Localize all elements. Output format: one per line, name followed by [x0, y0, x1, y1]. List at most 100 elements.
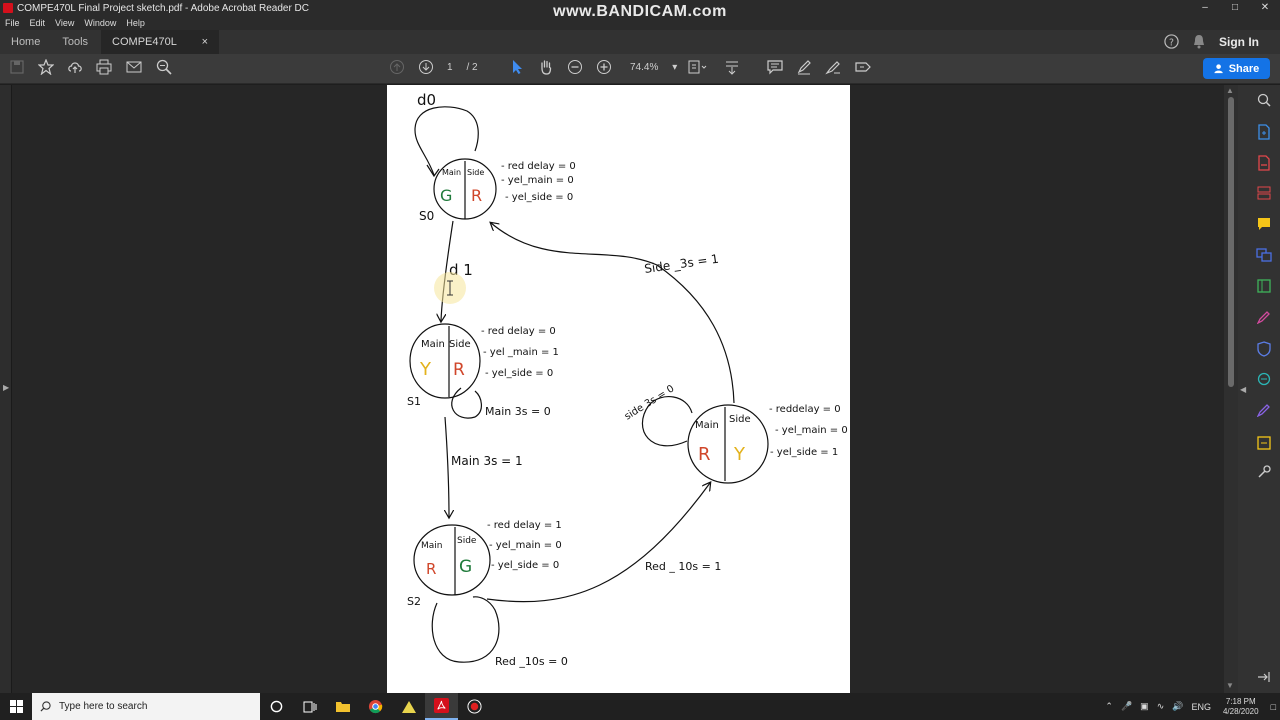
tab-close-icon[interactable]: ×: [202, 30, 208, 54]
email-icon[interactable]: [124, 59, 144, 79]
expand-left-panel-icon[interactable]: ▶: [3, 383, 9, 392]
sign-in-link[interactable]: Sign In: [1219, 35, 1259, 49]
right-tools-pane: ◀: [1238, 85, 1280, 693]
windows-start-button[interactable]: [0, 693, 32, 720]
previous-page-icon[interactable]: [387, 59, 407, 79]
svg-text:?: ?: [1169, 37, 1174, 48]
microphone-icon[interactable]: 🎤: [1121, 701, 1132, 712]
s3-output-1: - reddelay = 0: [769, 404, 841, 415]
chrome-icon[interactable]: [359, 693, 392, 720]
menu-view[interactable]: View: [50, 16, 79, 30]
scroll-mode-icon[interactable]: [722, 59, 742, 79]
menu-help[interactable]: Help: [121, 16, 150, 30]
s0-side-head: Side: [467, 168, 484, 177]
acrobat-taskbar-icon[interactable]: [425, 693, 458, 720]
file-explorer-icon[interactable]: [326, 693, 359, 720]
s2-output-1: - red delay = 1: [487, 520, 562, 531]
s2-output-2: - yel_main = 0: [489, 540, 562, 551]
scroll-up-icon[interactable]: ▲: [1226, 86, 1234, 95]
wifi-icon[interactable]: ∿: [1157, 701, 1165, 712]
zoom-out-icon[interactable]: [565, 59, 585, 79]
s1-main-light: Y: [419, 359, 432, 380]
select-cursor-icon[interactable]: [507, 59, 527, 79]
menu-edit[interactable]: Edit: [25, 16, 51, 30]
sign-icon[interactable]: [823, 59, 843, 79]
scroll-down-icon[interactable]: ▼: [1226, 681, 1234, 690]
left-nav-panel[interactable]: ▶: [0, 85, 12, 693]
notification-bell-icon[interactable]: [1191, 34, 1207, 50]
cortana-icon[interactable]: [260, 693, 293, 720]
help-icon[interactable]: ?: [1163, 34, 1179, 50]
stamp-tool-icon[interactable]: [853, 59, 873, 79]
s2-side-light: G: [459, 557, 472, 577]
page-total: 2: [472, 62, 478, 73]
page-fit-icon[interactable]: [687, 59, 707, 79]
network-icon[interactable]: ▣: [1140, 701, 1149, 712]
s1-side-light: R: [453, 360, 465, 380]
hand-tool-icon[interactable]: [536, 59, 556, 79]
action-center-icon[interactable]: □: [1271, 702, 1276, 712]
bookmark-star-icon[interactable]: [36, 58, 56, 79]
tab-bar: Home Tools COMPE470L Final ... × ? Sign …: [0, 30, 1280, 72]
collapse-rail-icon[interactable]: [1256, 671, 1272, 687]
s2-loop-label: Red _10s = 0: [495, 655, 568, 668]
tab-document[interactable]: COMPE470L Final ... ×: [101, 30, 220, 72]
clock-time: 7:18 PM: [1225, 696, 1256, 706]
cloud-upload-icon[interactable]: [65, 59, 85, 79]
save-icon[interactable]: [7, 59, 27, 79]
s0-loop-label: d0: [417, 91, 436, 109]
pdf-page: d0 S0 Main Side G R - red delay = 0 - ye…: [387, 85, 850, 693]
send-for-signature-icon[interactable]: [1256, 403, 1272, 419]
menu-file[interactable]: File: [0, 16, 25, 30]
taskbar-search-box[interactable]: Type here to search: [32, 693, 260, 720]
t-s3-s0-label: Side _3s = 1: [643, 252, 719, 276]
tab-tools[interactable]: Tools: [51, 30, 99, 54]
scrollbar-thumb[interactable]: [1228, 97, 1234, 387]
system-tray: ⌃ 🎤 ▣ ∿ 🔊 ENG 7:18 PM 4/28/2020 □: [1101, 693, 1280, 720]
optimize-pdf-icon[interactable]: [1256, 372, 1272, 388]
highlight-pen-icon[interactable]: [794, 59, 814, 79]
fill-sign-icon[interactable]: [1256, 310, 1272, 326]
zoom-in-icon[interactable]: [594, 59, 614, 79]
s0-main-light: G: [440, 186, 452, 205]
t-s1-s2-label: Main 3s = 1: [451, 454, 523, 468]
comment-icon[interactable]: [765, 59, 785, 79]
vertical-scrollbar[interactable]: ▲ ▼: [1224, 85, 1238, 693]
more-tools-icon[interactable]: [1256, 465, 1272, 481]
state-diagram-sketch: d0 S0 Main Side G R - red delay = 0 - ye…: [407, 91, 848, 668]
combine-files-icon[interactable]: [1256, 248, 1272, 264]
menu-window[interactable]: Window: [79, 16, 121, 30]
print-icon[interactable]: [94, 59, 114, 79]
s1-main-head: Main: [421, 339, 445, 350]
create-pdf-icon[interactable]: [1256, 124, 1272, 140]
task-view-icon[interactable]: [293, 693, 326, 720]
s0-output-2: - yel_main = 0: [501, 175, 574, 186]
export-pdf-icon[interactable]: [1256, 155, 1272, 171]
s2-label: S2: [407, 595, 421, 608]
taskbar-clock[interactable]: 7:18 PM 4/28/2020: [1223, 697, 1259, 717]
share-button[interactable]: Share: [1203, 58, 1270, 79]
comment-tool-icon[interactable]: [1256, 217, 1272, 233]
app-shortcut-icon[interactable]: [392, 693, 425, 720]
find-tool-icon[interactable]: [1256, 93, 1272, 109]
send-review-icon[interactable]: [1256, 434, 1272, 450]
zoom-level-dropdown[interactable]: 74.4% ▾: [630, 62, 677, 73]
s2-side-head: Side: [457, 536, 477, 546]
collapse-tools-pane-icon[interactable]: ◀: [1240, 385, 1246, 394]
volume-icon[interactable]: 🔊: [1172, 701, 1183, 712]
edit-pdf-icon[interactable]: [1256, 279, 1272, 295]
next-page-icon[interactable]: [416, 59, 436, 79]
document-viewport[interactable]: d0 S0 Main Side G R - red delay = 0 - ye…: [12, 85, 1224, 693]
windows-taskbar: Type here to search ⌃ 🎤 ▣ ∿ 🔊 ENG 7:18 P…: [0, 693, 1280, 720]
input-language[interactable]: ENG: [1191, 702, 1211, 712]
tab-home[interactable]: Home: [0, 30, 51, 54]
s0-side-light: R: [471, 186, 482, 205]
bandicam-record-icon[interactable]: [458, 693, 491, 720]
s2-output-3: - yel_side = 0: [491, 560, 559, 571]
organize-pages-icon[interactable]: [1256, 186, 1272, 202]
protect-shield-icon[interactable]: [1256, 341, 1272, 357]
page-number-input[interactable]: 1: [447, 62, 453, 73]
s1-self-loop: [451, 387, 482, 419]
tray-chevron-up-icon[interactable]: ⌃: [1105, 701, 1113, 712]
search-zoom-icon[interactable]: [154, 59, 174, 79]
